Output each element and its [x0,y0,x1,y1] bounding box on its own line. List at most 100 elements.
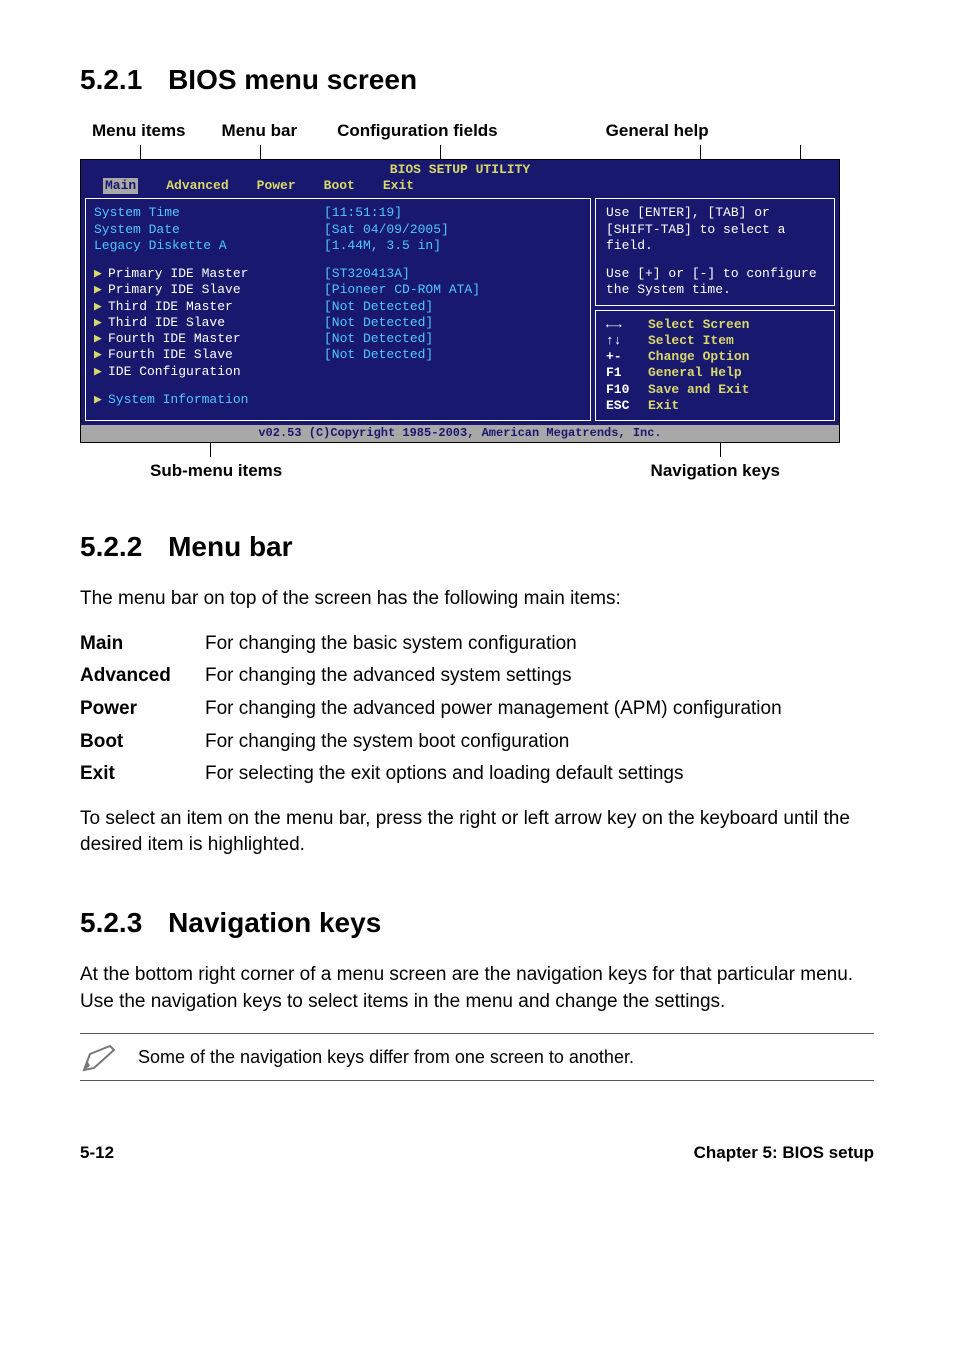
bios-help-box: Use [ENTER], [TAB] or [SHIFT-TAB] to sel… [595,198,835,305]
table-row: BootFor changing the system boot configu… [80,729,874,756]
term: Main [80,631,205,658]
bios-tab-advanced[interactable]: Advanced [166,178,228,194]
navkey-label: Save and Exit [648,382,749,398]
bios-navkeys-box: ←→Select Screen ↑↓Select Item +-Change O… [595,310,835,422]
field-value: [Not Detected] [324,331,582,347]
bios-value-column: [11:51:19] [Sat 04/09/2005] [1.44M, 3.5 … [316,199,590,420]
submenu-arrow-icon: ▶ [94,331,108,347]
term: Exit [80,761,205,788]
list-item[interactable]: ▶System Information [94,392,308,408]
callout-ticks-top [80,145,874,159]
navkey-label: Select Screen [648,317,749,333]
list-item[interactable]: ▶Primary IDE Master [94,266,308,282]
list-item[interactable]: ▶Primary IDE Slave [94,282,308,298]
navkey-row: ↑↓Select Item [606,333,824,349]
navkey-label: Change Option [648,349,749,365]
page-footer: 5-12 Chapter 5: BIOS setup [80,1141,874,1165]
bios-tab-bar: Main Advanced Power Boot Exit [81,178,839,194]
paragraph: To select an item on the menu bar, press… [80,806,874,859]
paragraph: The menu bar on top of the screen has th… [80,586,874,613]
callout-menu-items: Menu items [92,119,186,143]
field-value[interactable]: [1.44M, 3.5 in] [324,238,582,254]
field-value: [Not Detected] [324,299,582,315]
navkey-row: F1General Help [606,365,824,381]
bios-tab-main[interactable]: Main [103,178,138,194]
callout-labels-top: Menu items Menu bar Configuration fields… [80,119,874,143]
bios-main-panel: System Time System Date Legacy Diskette … [85,198,591,421]
heading-title: Navigation keys [168,907,381,938]
callout-labels-bottom: Sub-menu items Navigation keys [80,459,840,483]
chapter-label: Chapter 5: BIOS setup [694,1141,874,1165]
list-item[interactable]: ▶IDE Configuration [94,364,308,380]
callout-submenu-items: Sub-menu items [150,459,282,483]
submenu-arrow-icon: ▶ [94,392,108,408]
table-row: PowerFor changing the advanced power man… [80,696,874,723]
definition: For selecting the exit options and loadi… [205,761,874,788]
heading-523: 5.2.3 Navigation keys [80,903,874,942]
definition: For changing the advanced system setting… [205,663,874,690]
bios-tab-exit[interactable]: Exit [383,178,414,194]
list-item[interactable]: System Date [94,222,308,238]
heading-num: 5.2.2 [80,531,142,562]
list-item[interactable]: Legacy Diskette A [94,238,308,254]
submenu-arrow-icon: ▶ [94,299,108,315]
pencil-note-icon [80,1040,120,1074]
navkey-label: Exit [648,398,679,414]
bios-right-panel: Use [ENTER], [TAB] or [SHIFT-TAB] to sel… [595,198,835,421]
field-value[interactable]: [11:51:19] [324,205,582,221]
navkey-row: ←→Select Screen [606,317,824,333]
navkey-key: F1 [606,365,648,381]
help-text: Use [+] or [-] to configure the System t… [606,266,824,299]
submenu-arrow-icon: ▶ [94,266,108,282]
page-number: 5-12 [80,1141,114,1165]
navkey-key: ↑↓ [606,333,648,349]
navkey-label: General Help [648,365,742,381]
navkey-key: F10 [606,382,648,398]
bios-copyright-footer: v02.53 (C)Copyright 1985-2003, American … [81,425,839,442]
callout-general-help: General help [606,119,709,143]
description-list: MainFor changing the basic system config… [80,631,874,788]
bios-tab-boot[interactable]: Boot [324,178,355,194]
bios-body: System Time System Date Legacy Diskette … [81,194,839,425]
paragraph: At the bottom right corner of a menu scr… [80,962,874,1015]
list-item[interactable]: ▶Third IDE Master [94,299,308,315]
table-row: AdvancedFor changing the advanced system… [80,663,874,690]
field-value[interactable]: [Sat 04/09/2005] [324,222,582,238]
navkey-key: +- [606,349,648,365]
heading-num: 5.2.1 [80,64,142,95]
heading-521: 5.2.1 BIOS menu screen [80,60,874,99]
submenu-arrow-icon: ▶ [94,364,108,380]
heading-num: 5.2.3 [80,907,142,938]
table-row: ExitFor selecting the exit options and l… [80,761,874,788]
field-value: [Not Detected] [324,347,582,363]
list-item[interactable]: ▶Fourth IDE Slave [94,347,308,363]
navkey-row: ESCExit [606,398,824,414]
callout-navigation-keys: Navigation keys [651,459,780,483]
heading-title: Menu bar [168,531,292,562]
bios-figure: Menu items Menu bar Configuration fields… [80,119,874,483]
term: Advanced [80,663,205,690]
field-value: [ST320413A] [324,266,582,282]
definition: For changing the system boot configurati… [205,729,874,756]
navkey-key: ESC [606,398,648,414]
term: Boot [80,729,205,756]
list-item[interactable]: ▶Third IDE Slave [94,315,308,331]
submenu-arrow-icon: ▶ [94,315,108,331]
list-item[interactable]: System Time [94,205,308,221]
bios-title: BIOS SETUP UTILITY [81,160,839,178]
navkey-row: +-Change Option [606,349,824,365]
heading-522: 5.2.2 Menu bar [80,527,874,566]
help-text: Use [ENTER], [TAB] or [SHIFT-TAB] to sel… [606,205,824,254]
submenu-arrow-icon: ▶ [94,282,108,298]
term: Power [80,696,205,723]
bios-tab-power[interactable]: Power [257,178,296,194]
callout-ticks-bottom [80,443,874,457]
note-callout: Some of the navigation keys differ from … [80,1033,874,1081]
navkey-row: F10Save and Exit [606,382,824,398]
callout-config-fields: Configuration fields [337,119,498,143]
field-value: [Not Detected] [324,315,582,331]
bios-left-column: System Time System Date Legacy Diskette … [86,199,316,420]
definition: For changing the basic system configurat… [205,631,874,658]
table-row: MainFor changing the basic system config… [80,631,874,658]
list-item[interactable]: ▶Fourth IDE Master [94,331,308,347]
